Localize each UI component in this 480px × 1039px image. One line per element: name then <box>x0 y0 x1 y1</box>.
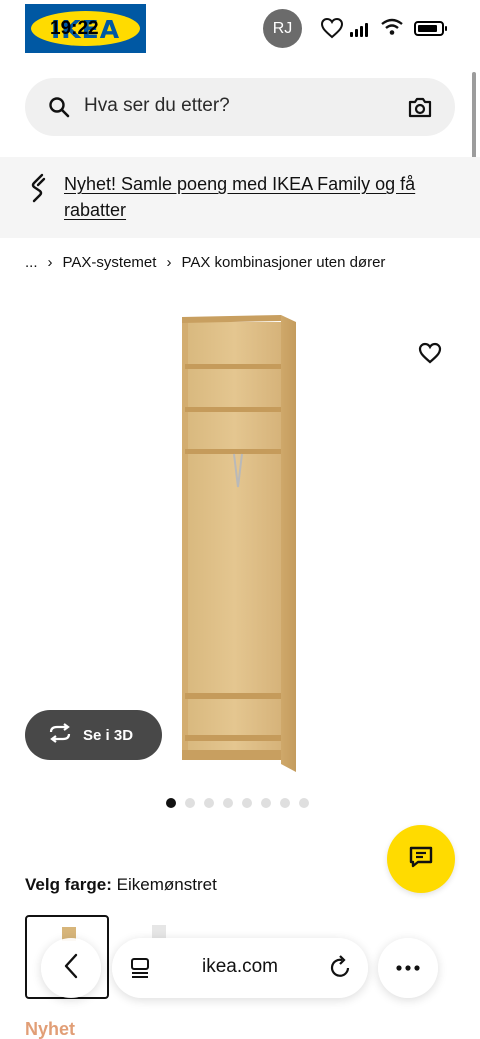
search-bar[interactable] <box>25 78 455 136</box>
carousel-dot[interactable] <box>223 798 233 808</box>
ikea-family-icon <box>28 173 50 208</box>
browser-url-bar[interactable]: ikea.com <box>112 938 368 998</box>
search-input[interactable] <box>84 95 384 117</box>
swatch-thumbnail <box>152 925 166 939</box>
view-3d-button[interactable]: Se i 3D <box>25 710 162 760</box>
wishlist-heart-icon[interactable] <box>418 342 442 369</box>
color-value: Eikemønstret <box>116 875 217 894</box>
chevron-right-icon: › <box>47 254 53 271</box>
browser-back-button[interactable] <box>41 938 101 998</box>
new-badge: Nyhet <box>25 1019 76 1039</box>
carousel-dot[interactable] <box>280 798 290 808</box>
image-carousel-dots <box>166 798 309 808</box>
chat-icon <box>408 845 434 874</box>
carousel-dot[interactable] <box>204 798 214 808</box>
status-bar: IKEA 19:22 RJ <box>0 0 480 60</box>
search-icon <box>47 95 71 124</box>
product-image[interactable] <box>176 312 300 775</box>
carousel-dot[interactable] <box>261 798 271 808</box>
carousel-dot[interactable] <box>185 798 195 808</box>
signal-icon <box>350 23 368 37</box>
wifi-icon <box>380 18 404 41</box>
view-3d-label: Se i 3D <box>83 726 134 744</box>
breadcrumb-ellipsis[interactable]: ... <box>25 254 38 271</box>
chat-button[interactable] <box>387 825 455 893</box>
color-selection-label: Velg farge: Eikemønstret <box>25 875 217 895</box>
carousel-dot[interactable] <box>242 798 252 808</box>
heart-icon[interactable] <box>320 17 344 44</box>
chevron-right-icon: › <box>166 254 172 271</box>
avatar[interactable]: RJ <box>263 9 302 48</box>
battery-fill <box>418 25 437 32</box>
chevron-left-icon <box>63 953 79 984</box>
promo-link[interactable]: Nyhet! Samle poeng med IKEA Family og få… <box>64 171 444 223</box>
browser-more-button[interactable] <box>378 938 438 998</box>
battery-icon <box>414 21 447 36</box>
reload-icon[interactable] <box>330 955 352 984</box>
carousel-dot[interactable] <box>299 798 309 808</box>
color-label-prefix: Velg farge: <box>25 875 112 894</box>
rotate-3d-icon <box>47 723 73 747</box>
more-horizontal-icon <box>395 959 421 977</box>
clock: 19:22 <box>50 18 99 39</box>
promo-banner[interactable]: Nyhet! Samle poeng med IKEA Family og få… <box>0 157 480 238</box>
camera-search-icon[interactable] <box>407 95 433 124</box>
breadcrumb-item-pax-system[interactable]: PAX-systemet <box>63 254 157 271</box>
breadcrumb-item-pax-combinations[interactable]: PAX kombinasjoner uten dører <box>181 254 385 271</box>
carousel-dot[interactable] <box>166 798 176 808</box>
breadcrumb: ... › PAX-systemet › PAX kombinasjoner u… <box>25 254 385 271</box>
